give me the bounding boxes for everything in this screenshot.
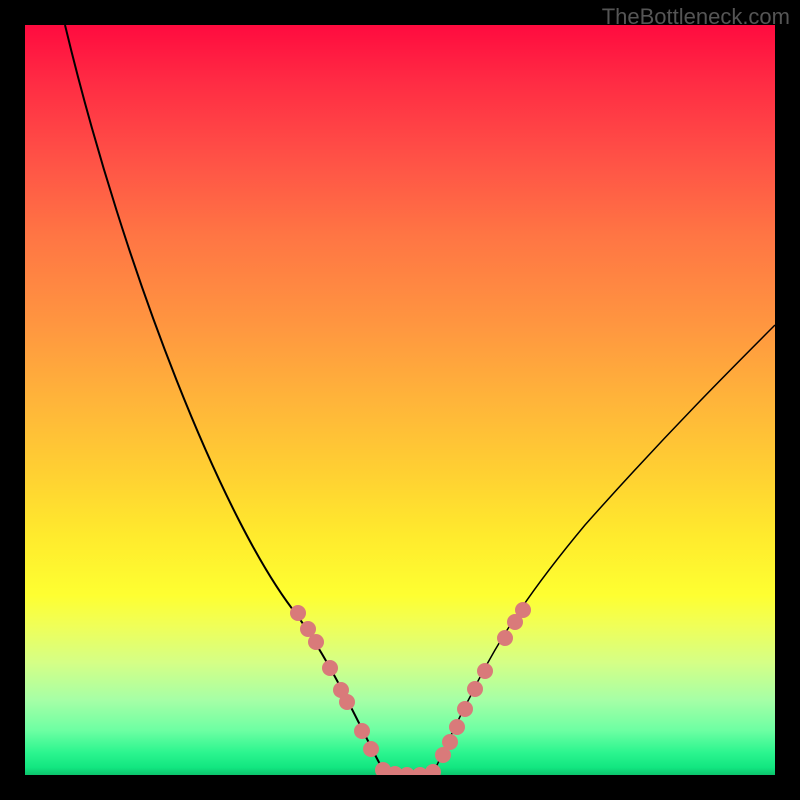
data-marker [339, 694, 355, 710]
data-marker [363, 741, 379, 757]
data-marker [457, 701, 473, 717]
data-marker [449, 719, 465, 735]
data-marker [308, 634, 324, 650]
data-marker [322, 660, 338, 676]
curve-layer [25, 25, 775, 775]
data-marker [290, 605, 306, 621]
watermark-text: TheBottleneck.com [602, 4, 790, 30]
data-marker [515, 602, 531, 618]
data-marker [467, 681, 483, 697]
left-curve [65, 25, 385, 773]
chart-frame: TheBottleneck.com [0, 0, 800, 800]
data-marker [477, 663, 493, 679]
data-marker [425, 764, 441, 775]
data-marker [442, 734, 458, 750]
marker-group [290, 602, 531, 775]
right-curve [433, 325, 775, 773]
data-marker [354, 723, 370, 739]
plot-area [25, 25, 775, 775]
data-marker [497, 630, 513, 646]
